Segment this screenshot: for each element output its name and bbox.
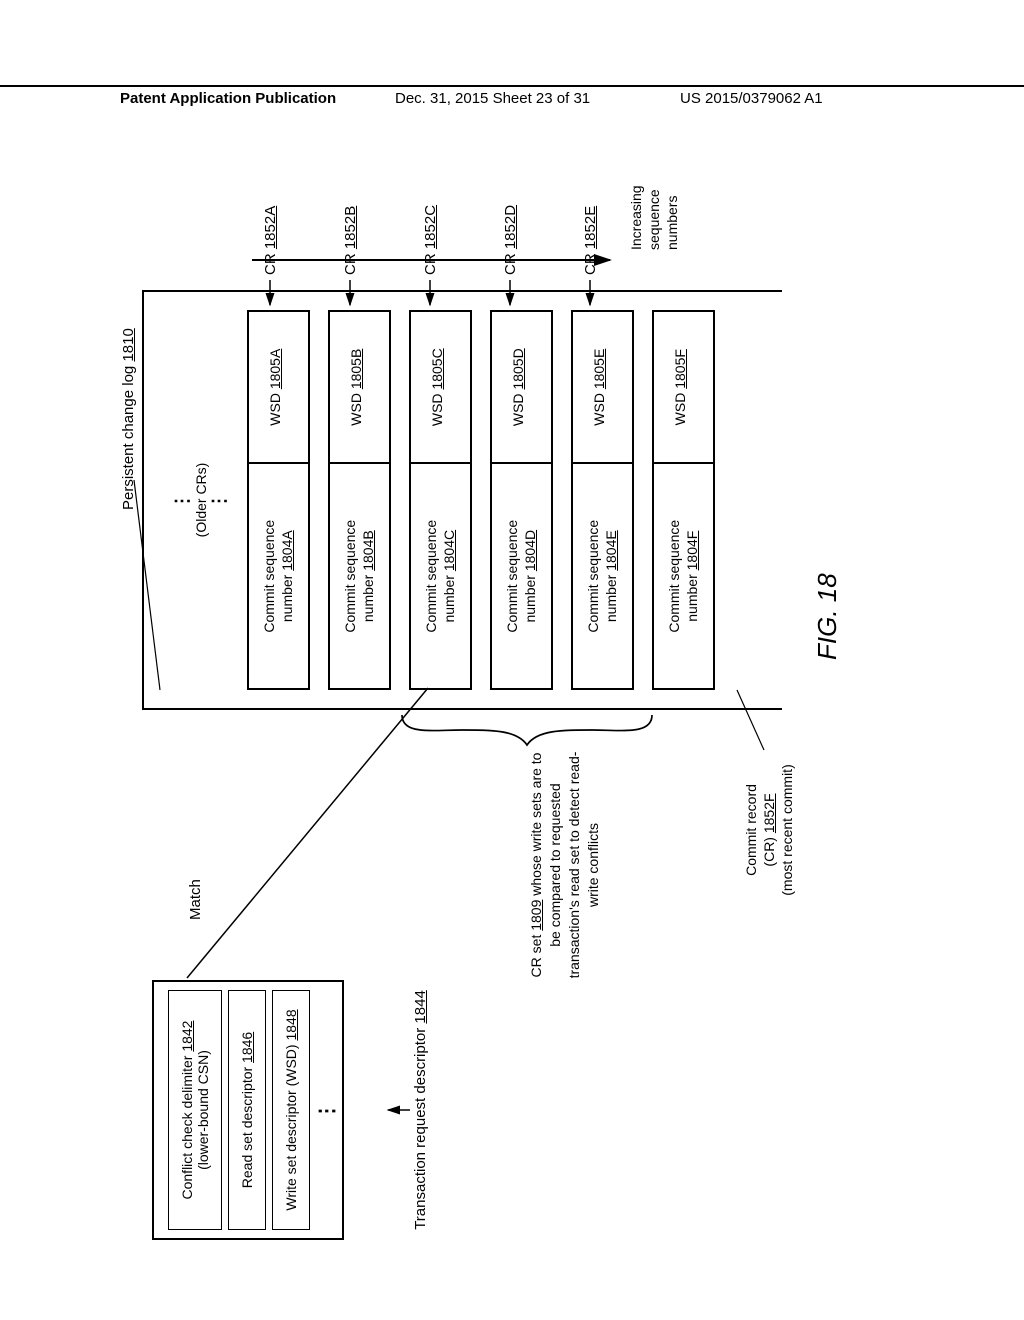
persistent-change-log: ⋮ (Older CRs) ⋮ Commit sequencenumber 18… (142, 290, 782, 710)
commit-seq-cell: Commit sequencenumber 1804C (411, 462, 470, 688)
trd-label: Transaction request descriptor 1844 (412, 980, 429, 1240)
cr-side-label: CR 1852E (582, 206, 599, 275)
conflict-check-delimiter-row: Conflict check delimiter 1842(lower-boun… (168, 990, 222, 1230)
ellipsis-icon: ⋮ (316, 990, 334, 1230)
header-left: Patent Application Publication (120, 90, 336, 107)
diagram-canvas: Conflict check delimiter 1842(lower-boun… (132, 150, 892, 1250)
ref-num: 1804F (684, 531, 700, 571)
wsd-cell: WSD 1805E (573, 312, 632, 462)
commit-record-label: Commit record (CR) 1852F (most recent co… (742, 735, 797, 925)
read-set-descriptor-row: Read set descriptor 1846 (228, 990, 266, 1230)
cr-side-label: CR 1852B (342, 206, 359, 275)
ref-num: 1805E (591, 349, 607, 389)
ref-num: 1842 (179, 1021, 195, 1052)
transaction-request-descriptor: Conflict check delimiter 1842(lower-boun… (152, 980, 344, 1240)
commit-seq-cell: Commit sequencenumber 1804F (654, 462, 713, 688)
figure-label: FIG. 18 (812, 573, 843, 660)
ref-num: 1852A (262, 206, 279, 249)
ref-num: 1810 (120, 328, 137, 361)
ref-num: 1809 (528, 900, 544, 931)
older-text: (Older CRs) (193, 463, 209, 538)
ref-num: 1852C (422, 205, 439, 249)
commit-seq-cell: Commit sequencenumber 1804A (249, 462, 308, 688)
cr-side-label: CR 1852C (422, 205, 439, 275)
older-crs-label: ⋮ (Older CRs) ⋮ (172, 292, 229, 708)
ref-num: 1804C (441, 530, 457, 571)
write-set-descriptor-row: Write set descriptor (WSD) 1848 (272, 990, 310, 1230)
ref-num: 1805B (348, 349, 364, 389)
cr-side-label: CR 1852A (262, 206, 279, 275)
ref-num: 1846 (239, 1032, 255, 1063)
log-title: Persistent change log 1810 (120, 328, 137, 510)
page-header: Patent Application Publication Dec. 31, … (0, 85, 1024, 90)
wsd-cell: WSD 1805C (411, 312, 470, 462)
commit-record-row: Commit sequencenumber 1804E WSD 1805E (571, 310, 634, 690)
commit-record-row: Commit sequencenumber 1804B WSD 1805B (328, 310, 391, 690)
ref-num: 1805F (672, 349, 688, 389)
ref-num: 1805A (267, 349, 283, 389)
ref-num: 1848 (283, 1009, 299, 1040)
ref-num: 1805C (429, 348, 445, 389)
commit-record-line1: Commit record (743, 784, 759, 876)
wsd-cell: WSD 1805B (330, 312, 389, 462)
ref-num: 1844 (412, 990, 429, 1023)
commit-record-line3: (most recent commit) (779, 764, 795, 895)
commit-record-row: Commit sequencenumber 1804C WSD 1805C (409, 310, 472, 690)
ref-num: 1852F (761, 793, 777, 833)
ref-num: 1852B (342, 206, 359, 249)
commit-seq-cell: Commit sequencenumber 1804D (492, 462, 551, 688)
wsd-cell: WSD 1805A (249, 312, 308, 462)
ref-num: 1852D (502, 205, 519, 249)
header-middle: Dec. 31, 2015 Sheet 23 of 31 (395, 90, 590, 107)
wsd-cell: WSD 1805F (654, 312, 713, 462)
commit-record-row: Commit sequencenumber 1804F WSD 1805F (652, 310, 715, 690)
match-label: Match (187, 879, 204, 920)
commit-record-row: Commit sequencenumber 1804D WSD 1805D (490, 310, 553, 690)
ref-num: 1804A (279, 530, 295, 570)
ref-num: 1804B (360, 530, 376, 570)
increasing-seq-label: Increasing sequence numbers (627, 170, 682, 250)
cr-set-label: CR set 1809 whose write sets are to be c… (527, 750, 603, 980)
commit-record-row: Commit sequencenumber 1804A WSD 1805A (247, 310, 310, 690)
cr-side-label: CR 1852D (502, 205, 519, 275)
commit-seq-cell: Commit sequencenumber 1804B (330, 462, 389, 688)
ref-num: 1804E (603, 530, 619, 570)
ref-num: 1805D (510, 348, 526, 389)
ref-num: 1852E (582, 206, 599, 249)
ref-num: 1804D (522, 530, 538, 571)
commit-seq-cell: Commit sequencenumber 1804E (573, 462, 632, 688)
header-right: US 2015/0379062 A1 (680, 90, 823, 107)
wsd-cell: WSD 1805D (492, 312, 551, 462)
